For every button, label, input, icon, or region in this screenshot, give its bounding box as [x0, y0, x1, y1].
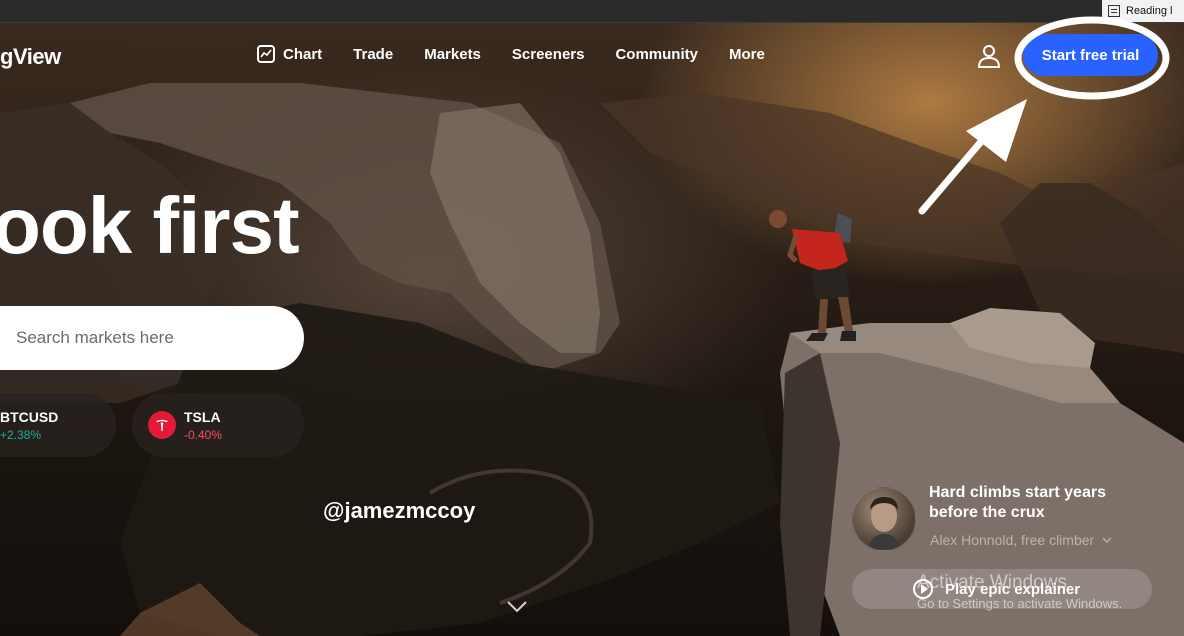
- reading-list-button[interactable]: Reading l: [1102, 0, 1184, 22]
- nav-trade[interactable]: Trade: [353, 46, 393, 63]
- reading-list-icon: [1108, 5, 1120, 17]
- browser-top-strip: Reading l: [0, 0, 1184, 23]
- ticker-tsla[interactable]: TSLA -0.40%: [132, 393, 304, 457]
- ticker-btcusd[interactable]: BTCUSD +2.38%: [0, 393, 116, 457]
- user-icon[interactable]: [976, 43, 1002, 69]
- activate-windows-watermark: Activate Windows Go to Settings to activ…: [917, 572, 1122, 612]
- quote-title: Hard climbs start years before the crux: [929, 484, 1106, 521]
- brand-logo[interactable]: gView: [0, 44, 61, 70]
- avatar: [852, 487, 916, 551]
- watermark-title: Activate Windows: [917, 572, 1067, 593]
- ticker-change: -0.40%: [184, 427, 223, 442]
- climber-figure: [769, 210, 856, 341]
- quote-author: Alex Honnold, free climber: [930, 532, 1095, 548]
- reading-list-label: Reading l: [1126, 5, 1173, 17]
- photo-credit: @jamezmccoy: [323, 498, 476, 523]
- search-markets-input[interactable]: Search markets here: [0, 306, 304, 370]
- tesla-icon: [148, 411, 176, 439]
- nav-screeners[interactable]: Screeners: [512, 46, 585, 63]
- chevron-down-icon[interactable]: [506, 600, 528, 614]
- nav-markets[interactable]: Markets: [424, 46, 481, 63]
- ticker-change: +2.38%: [0, 427, 42, 442]
- ticker-symbol: BTCUSD: [0, 408, 59, 425]
- nav-more[interactable]: More: [729, 46, 765, 63]
- nav-community[interactable]: Community: [615, 46, 698, 63]
- hero-headline: ook first: [0, 181, 300, 270]
- start-free-trial-button[interactable]: Start free trial: [1023, 34, 1158, 76]
- hero-section: gView Chart Trade Markets Screeners Comm…: [0, 23, 1184, 636]
- chevron-down-icon: [1102, 537, 1112, 543]
- watermark-subtitle: Go to Settings to activate Windows.: [917, 596, 1123, 611]
- nav-chart[interactable]: Chart: [257, 45, 322, 63]
- chart-icon: [257, 45, 275, 63]
- main-nav: Chart Trade Markets Screeners Community …: [257, 45, 796, 63]
- nav-chart-label: Chart: [283, 45, 323, 63]
- ticker-symbol: TSLA: [184, 408, 221, 425]
- quote-author-toggle[interactable]: Alex Honnold, free climber: [930, 532, 1112, 548]
